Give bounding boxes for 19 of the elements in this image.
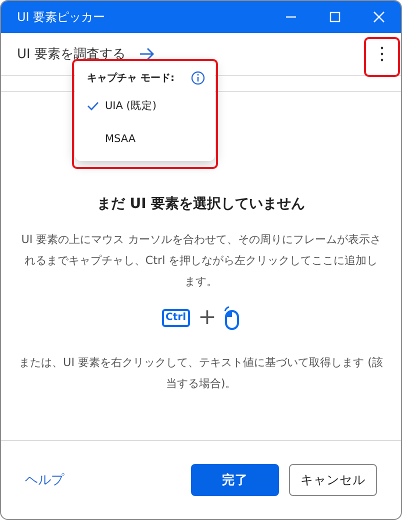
ctrl-key: Ctrl xyxy=(162,309,190,327)
maximize-icon xyxy=(329,11,341,23)
instructions-text: UI 要素の上にマウス カーソルを合わせて、その周りにフレームが表示されるまでキャプチャし、Ctrl を押しながら左クリックしてここに追加します。 xyxy=(20,232,382,290)
menu-item[interactable]: MSAA xyxy=(75,122,215,155)
menu-item[interactable]: UIA (既定) xyxy=(75,89,215,122)
mouse-icon xyxy=(224,306,240,330)
alternative-text: または、UI 要素を右クリックして、テキスト値に基づいて取得します (該当する場合)。 xyxy=(19,355,383,392)
cancel-button[interactable]: キャンセル xyxy=(289,464,377,496)
plus-sign: + xyxy=(198,307,216,329)
help-link[interactable]: ヘルプ xyxy=(25,471,64,489)
window-title: UI 要素ピッカー xyxy=(17,8,106,26)
close-icon xyxy=(373,11,385,23)
menu-heading: キャプチャ モード: xyxy=(87,71,176,85)
empty-state-title: まだ UI 要素を選択していません xyxy=(96,195,306,213)
highlight-frame xyxy=(364,37,400,77)
arrow-icon xyxy=(139,47,156,61)
more-icon xyxy=(380,46,384,62)
done-button[interactable]: 完了 xyxy=(191,464,279,496)
info-icon[interactable] xyxy=(191,71,205,85)
